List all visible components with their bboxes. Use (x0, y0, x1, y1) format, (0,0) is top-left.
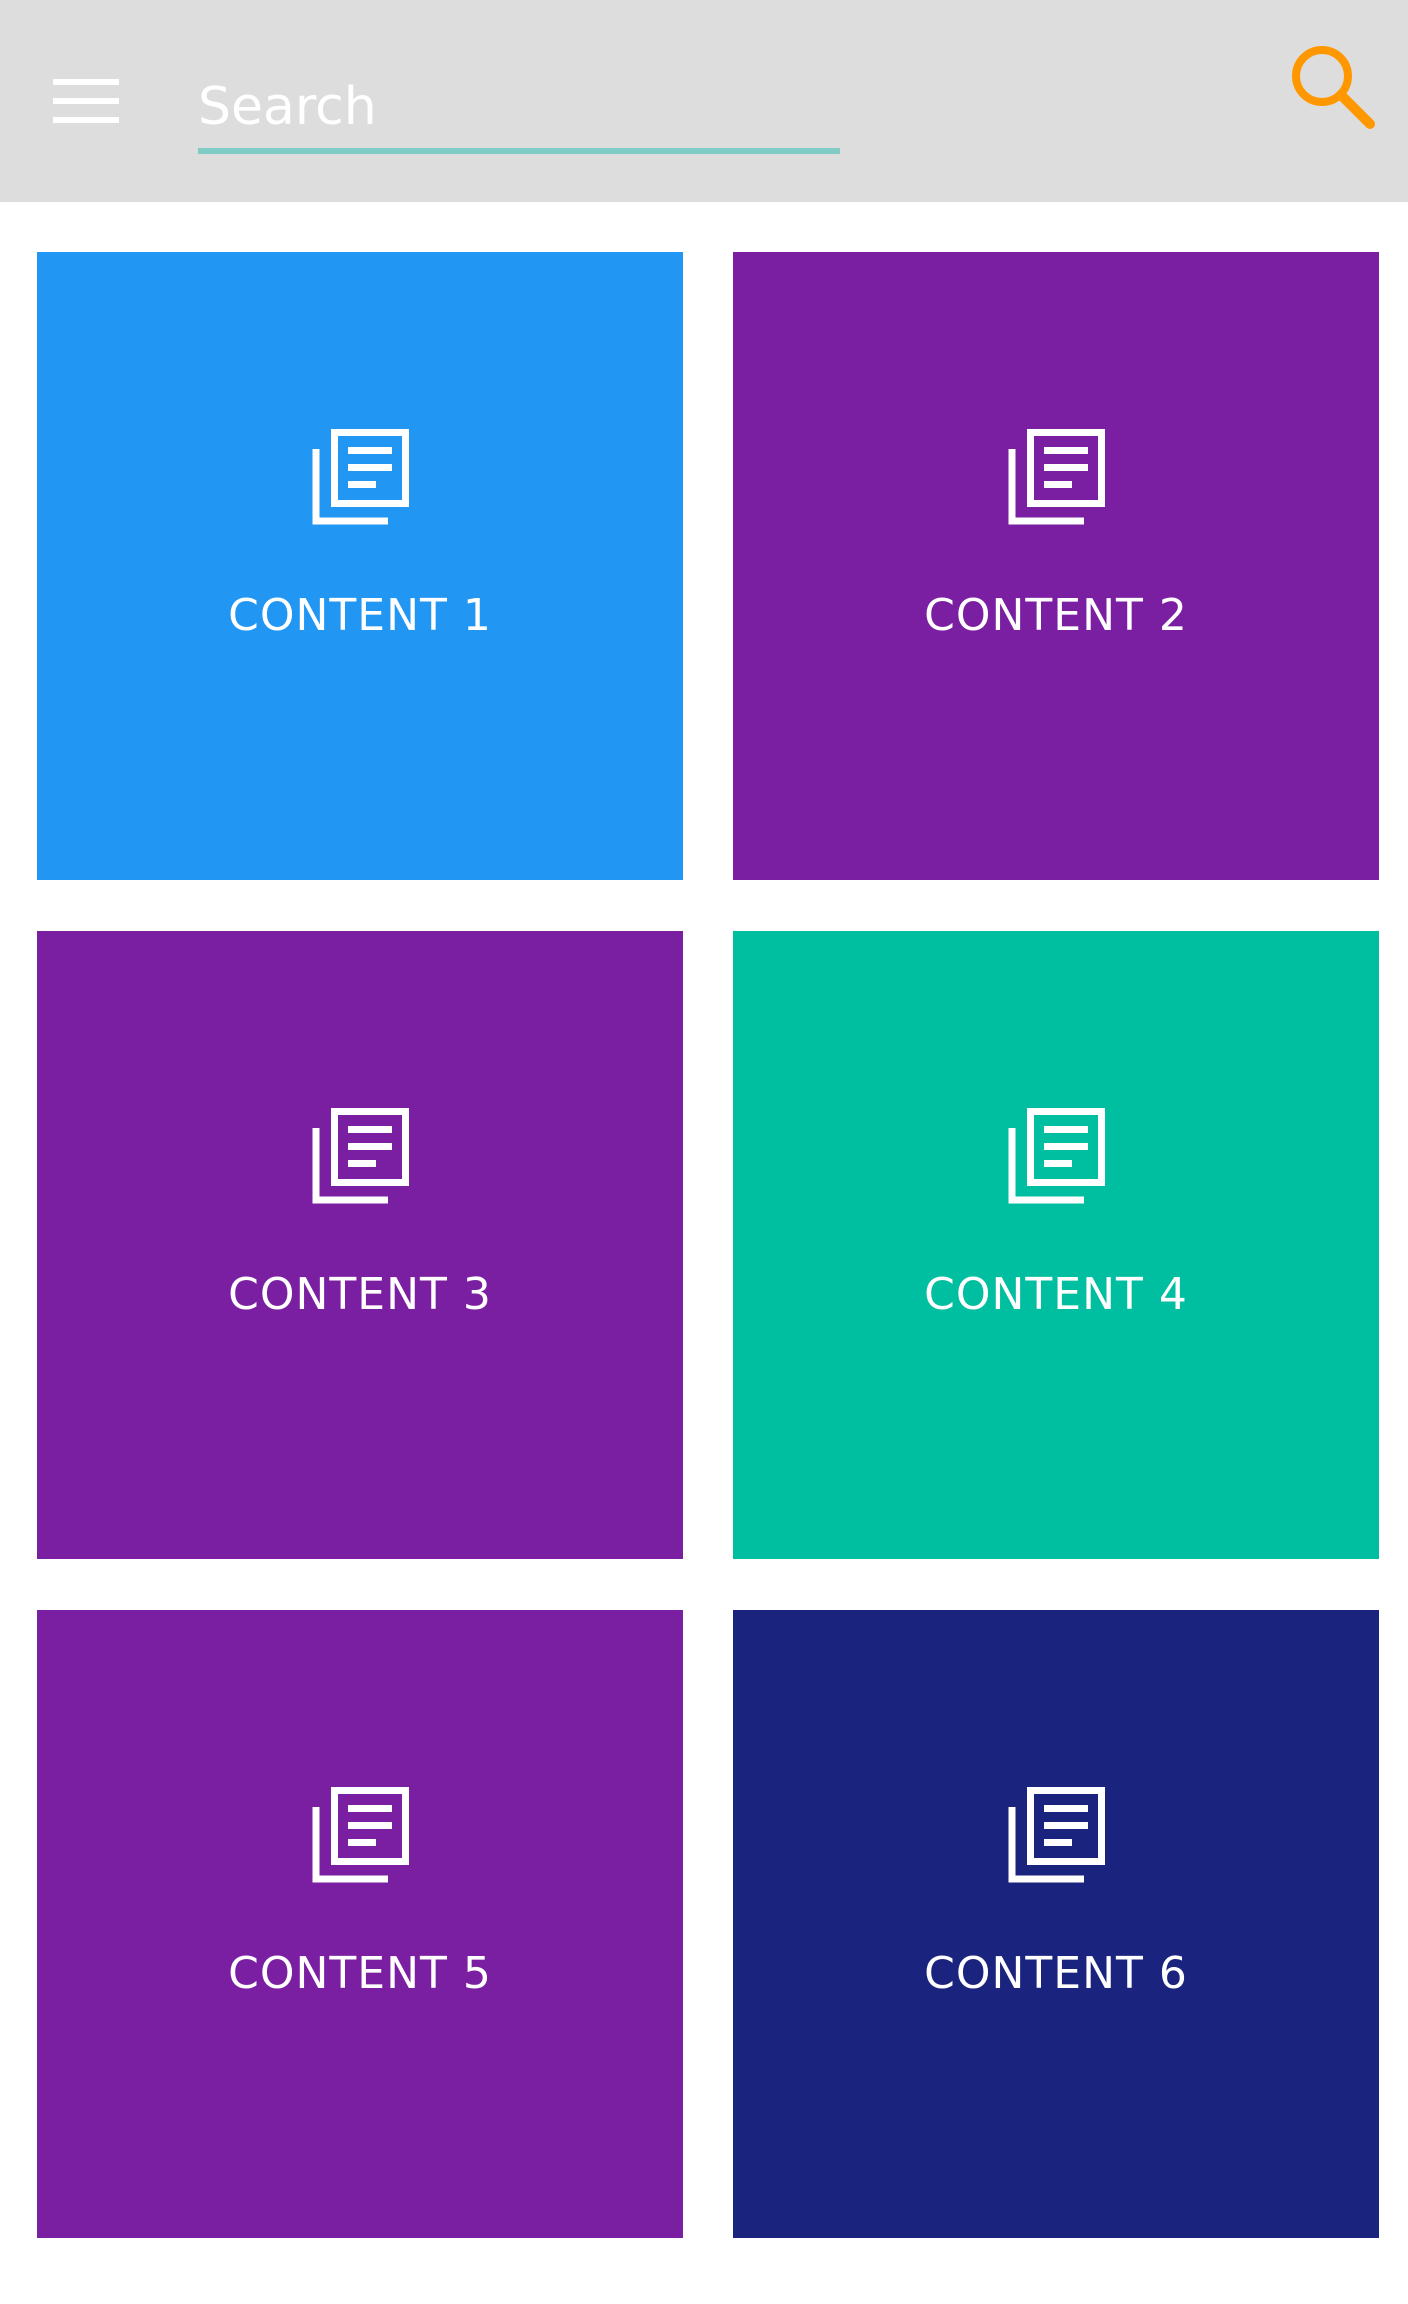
menu-line (53, 117, 119, 123)
library-books-icon (310, 1785, 410, 1885)
menu-line (53, 79, 119, 85)
menu-line (53, 98, 119, 104)
search-underline (198, 148, 840, 154)
content-tile-3[interactable]: CONTENT 3 (37, 931, 683, 1559)
content-tile-label: CONTENT 6 (924, 1948, 1188, 1999)
library-books-icon (1006, 1785, 1106, 1885)
content-tile-5[interactable]: CONTENT 5 (37, 1610, 683, 2238)
search-input[interactable] (198, 66, 840, 148)
content-tile-label: CONTENT 4 (924, 1269, 1188, 1320)
library-books-icon (1006, 427, 1106, 527)
hamburger-menu-icon[interactable] (42, 74, 130, 134)
app-screen: CONTENT 1 CONTENT 2 (0, 0, 1408, 2304)
content-tile-4[interactable]: CONTENT 4 (733, 931, 1379, 1559)
library-books-icon (1006, 1106, 1106, 1206)
content-tile-6[interactable]: CONTENT 6 (733, 1610, 1379, 2238)
content-tile-label: CONTENT 2 (924, 590, 1188, 641)
content-tile-2[interactable]: CONTENT 2 (733, 252, 1379, 880)
top-app-bar (0, 0, 1408, 202)
content-tile-1[interactable]: CONTENT 1 (37, 252, 683, 880)
content-tile-label: CONTENT 5 (228, 1948, 492, 1999)
library-books-icon (310, 1106, 410, 1206)
content-tile-label: CONTENT 3 (228, 1269, 492, 1320)
library-books-icon (310, 427, 410, 527)
search-icon[interactable] (1284, 38, 1380, 134)
content-tile-label: CONTENT 1 (228, 590, 492, 641)
search-field (198, 66, 840, 156)
